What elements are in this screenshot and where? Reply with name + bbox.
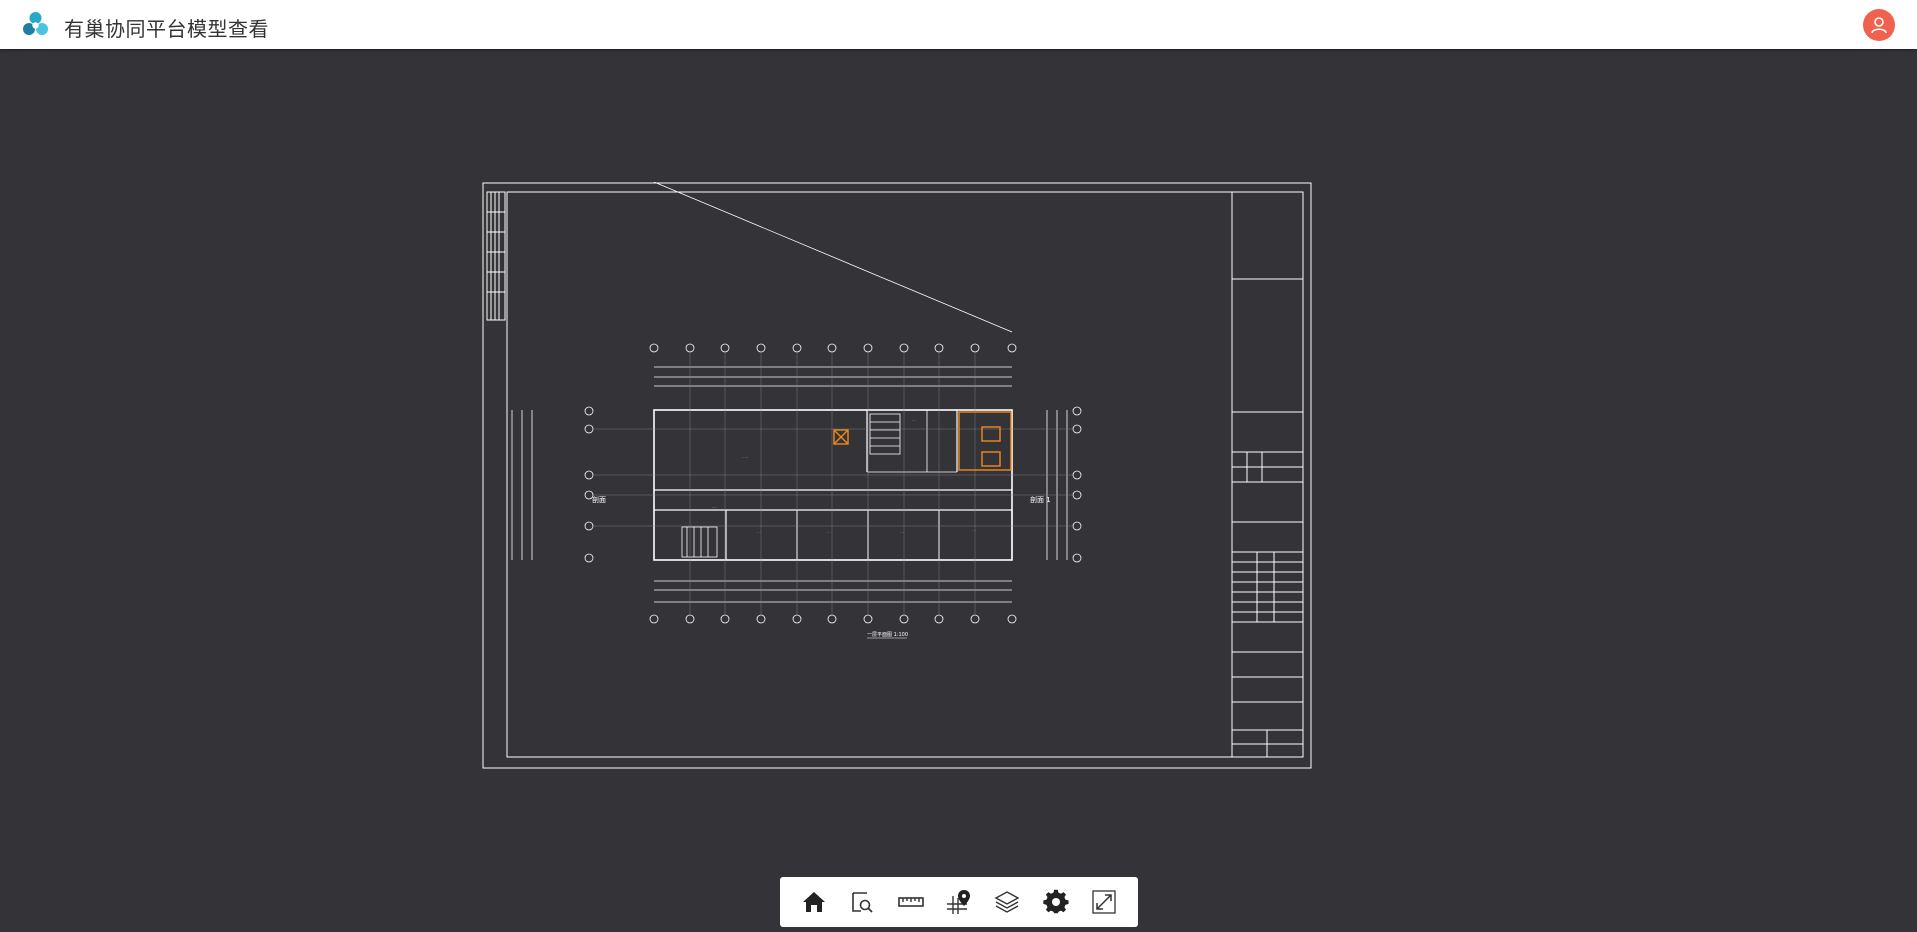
user-avatar-button[interactable] <box>1863 9 1895 41</box>
fullscreen-icon <box>1092 890 1116 914</box>
settings-button[interactable] <box>1038 884 1074 920</box>
measure-button[interactable] <box>893 884 929 920</box>
app-title: 有巢协同平台模型查看 <box>64 17 269 41</box>
svg-text:···: ··· <box>827 530 831 535</box>
drawing-caption: 一层平面图 1:100 <box>867 632 908 638</box>
map-pin-icon <box>946 890 970 914</box>
layers-button[interactable] <box>989 884 1025 920</box>
app-logo-icon <box>23 12 48 35</box>
zoom-window-button[interactable] <box>844 884 880 920</box>
left-section-label: 剖面 <box>592 495 606 504</box>
svg-text:···: ··· <box>757 530 761 535</box>
gear-icon <box>1042 889 1069 914</box>
home-button[interactable] <box>796 884 832 920</box>
svg-text:···: ··· <box>912 418 916 423</box>
viewer-toolbar <box>780 877 1138 927</box>
drawing-viewer[interactable]: ····· ···· ··· ··· ··· ··· ··· 剖面 剖面 1 一… <box>482 182 1312 769</box>
top-header: 有巢协同平台模型查看 <box>0 0 1917 49</box>
highlighted-element <box>833 411 1012 471</box>
fullscreen-button[interactable] <box>1086 884 1122 920</box>
svg-text:·····: ····· <box>742 455 748 460</box>
location-button[interactable] <box>941 884 977 920</box>
floor-plan <box>511 182 1082 624</box>
svg-text:····: ···· <box>712 505 717 510</box>
zoom-window-icon <box>852 892 874 913</box>
svg-text:···: ··· <box>972 528 976 533</box>
user-icon <box>1871 17 1887 34</box>
drawing-inner-frame <box>506 191 1304 758</box>
ruler-icon <box>897 897 924 907</box>
right-section-label: 剖面 1 <box>1030 495 1051 504</box>
layers-icon <box>994 891 1020 913</box>
drawing-outer-frame <box>482 182 1312 769</box>
svg-text:···: ··· <box>900 530 904 535</box>
home-icon <box>803 892 826 912</box>
